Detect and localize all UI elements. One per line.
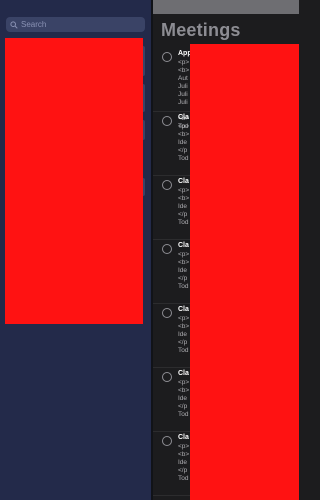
select-radio[interactable] — [162, 180, 172, 190]
note-title: Cla — [178, 434, 189, 441]
select-radio[interactable] — [162, 308, 172, 318]
note-preview: <p> <b> Ide </p Tod — [178, 123, 190, 162]
note-preview: <p> <b> Ide </p Tod — [178, 379, 190, 418]
sidebar — [0, 0, 152, 500]
search-icon — [10, 20, 18, 29]
note-preview: <p> <b> Ide </p Tod — [178, 443, 190, 482]
note-title: Cla — [178, 242, 189, 249]
note-title: Cla — [178, 370, 189, 377]
select-radio[interactable] — [162, 436, 172, 446]
note-title: Cla — [178, 306, 189, 313]
note-preview: <p> <b> Ide </p Tod — [178, 315, 190, 354]
select-radio[interactable] — [162, 372, 172, 382]
select-radio[interactable] — [162, 244, 172, 254]
note-list-pane: Meetings App <p> <b> Aut Juli Juli Juli <… — [153, 0, 299, 500]
select-radio[interactable] — [162, 116, 172, 126]
note-preview: <p> <b> Ide </p Tod — [178, 187, 190, 226]
search-field[interactable] — [6, 17, 145, 32]
note-preview: <p> <b> Ide </p Tod — [178, 251, 190, 290]
select-radio[interactable] — [162, 52, 172, 62]
redacted-region — [5, 38, 143, 324]
redacted-region — [190, 44, 299, 500]
note-title: Cla — [178, 178, 189, 185]
note-title: Cla — [178, 114, 189, 121]
search-input[interactable] — [18, 20, 141, 29]
toolbar — [153, 0, 299, 14]
page-title: Meetings — [161, 20, 241, 40]
